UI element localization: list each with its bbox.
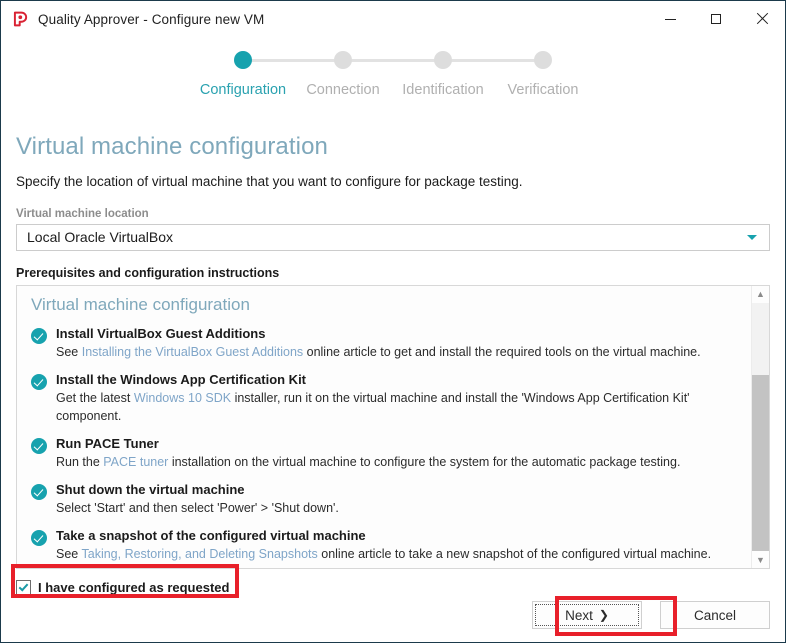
list-item: Install the Windows App Certification Ki… (31, 372, 737, 425)
instructions-panel-title: Virtual machine configuration (31, 294, 250, 314)
list-item: Shut down the virtual machine Select 'St… (31, 482, 737, 517)
step-dot-icon (334, 51, 352, 69)
vm-location-label: Virtual machine location (16, 208, 149, 221)
scroll-up-button[interactable]: ▲ (752, 286, 769, 303)
quality-approver-logo-icon (13, 11, 28, 27)
desc-after: installation on the virtual machine to c… (168, 455, 681, 470)
instruction-description: See Taking, Restoring, and Deleting Snap… (56, 545, 737, 563)
close-icon (756, 13, 768, 25)
scrollbar-track[interactable] (752, 302, 769, 551)
instruction-title: Take a snapshot of the configured virtua… (56, 528, 366, 544)
step-label: Verification (507, 82, 579, 98)
instruction-description: Select 'Start' and then select 'Power' >… (56, 499, 737, 517)
close-button[interactable] (739, 1, 785, 37)
instructions-section-label: Prerequisites and configuration instruct… (16, 265, 280, 280)
focus-ring (535, 604, 639, 626)
instruction-description: See Installing the VirtualBox Guest Addi… (56, 343, 737, 361)
cancel-button-label: Cancel (693, 607, 737, 623)
maximize-button[interactable] (693, 1, 739, 37)
instruction-title: Install the Windows App Certification Ki… (56, 371, 307, 387)
desc-before: See (56, 344, 82, 359)
desc-before: Run the (56, 455, 104, 470)
instruction-link[interactable]: Windows 10 SDK (134, 391, 231, 405)
instruction-title: Shut down the virtual machine (56, 482, 245, 498)
window-controls (647, 1, 785, 37)
desc-after: online article to take a new snapshot of… (317, 547, 712, 562)
instruction-title: Install VirtualBox Guest Additions (56, 325, 266, 341)
minimize-button[interactable] (647, 1, 693, 37)
confirm-checkbox-row[interactable]: I have configured as requested (16, 580, 229, 595)
scroll-down-button[interactable]: ▼ (752, 551, 769, 568)
instruction-link[interactable]: PACE tuner (103, 455, 168, 469)
step-dot-icon (534, 51, 552, 69)
instruction-description: Get the latest Windows 10 SDK installer,… (56, 389, 737, 425)
check-circle-icon (31, 373, 47, 390)
instruction-description: Run the PACE tuner installation on the v… (56, 453, 737, 471)
vm-location-dropdown[interactable]: Local Oracle VirtualBox (16, 224, 770, 251)
instruction-link[interactable]: Taking, Restoring, and Deleting Snapshot… (82, 547, 318, 561)
check-circle-icon (31, 438, 47, 455)
check-circle-icon (31, 530, 47, 547)
confirm-checkbox-label: I have configured as requested (38, 580, 230, 595)
desc-before: Select 'Start' and then select 'Power' >… (56, 501, 339, 516)
page-subtitle: Specify the location of virtual machine … (16, 174, 523, 190)
instructions-panel: Virtual machine configuration Install Vi… (16, 284, 770, 569)
list-item: Take a snapshot of the configured virtua… (31, 528, 737, 563)
desc-before: See (56, 547, 82, 562)
wizard-stepper: Configuration Connection Identification … (1, 51, 785, 111)
next-button[interactable]: Next ❯ (532, 601, 642, 629)
step-label: Connection (306, 82, 380, 98)
maximize-icon (711, 14, 721, 24)
step-label: Configuration (199, 82, 287, 98)
desc-before: Get the latest (56, 390, 134, 405)
step-connector (443, 59, 543, 62)
instructions-list: Virtual machine configuration Install Vi… (17, 286, 751, 568)
instruction-title: Run PACE Tuner (56, 436, 159, 452)
dialog-footer: Next ❯ Cancel (1, 601, 785, 642)
window-title: Quality Approver - Configure new VM (38, 11, 265, 27)
step-configuration[interactable]: Configuration (193, 51, 343, 98)
chevron-down-icon (747, 234, 757, 240)
minimize-icon (664, 18, 676, 20)
check-circle-icon (31, 327, 47, 344)
step-connector (243, 59, 343, 62)
step-dot-icon (234, 51, 252, 69)
vm-location-value: Local Oracle VirtualBox (27, 229, 174, 246)
step-connector (343, 59, 443, 62)
list-item: Install VirtualBox Guest Additions See I… (31, 326, 737, 361)
instructions-scrollbar[interactable]: ▲ ▼ (751, 285, 769, 568)
application-window: Quality Approver - Configure new VM Conf… (0, 0, 786, 643)
check-circle-icon (31, 484, 47, 501)
title-bar: Quality Approver - Configure new VM (1, 1, 785, 37)
instruction-link[interactable]: Installing the VirtualBox Guest Addition… (82, 345, 303, 359)
scrollbar-thumb[interactable] (752, 302, 769, 375)
step-dot-icon (434, 51, 452, 69)
page-content: Virtual machine configuration Specify th… (1, 111, 785, 601)
cancel-button[interactable]: Cancel (660, 601, 770, 629)
desc-after: online article to get and install the re… (303, 344, 701, 359)
page-title: Virtual machine configuration (16, 133, 328, 161)
list-item: Run PACE Tuner Run the PACE tuner instal… (31, 436, 737, 471)
step-label: Identification (402, 82, 484, 98)
confirm-checkbox[interactable] (16, 580, 31, 595)
